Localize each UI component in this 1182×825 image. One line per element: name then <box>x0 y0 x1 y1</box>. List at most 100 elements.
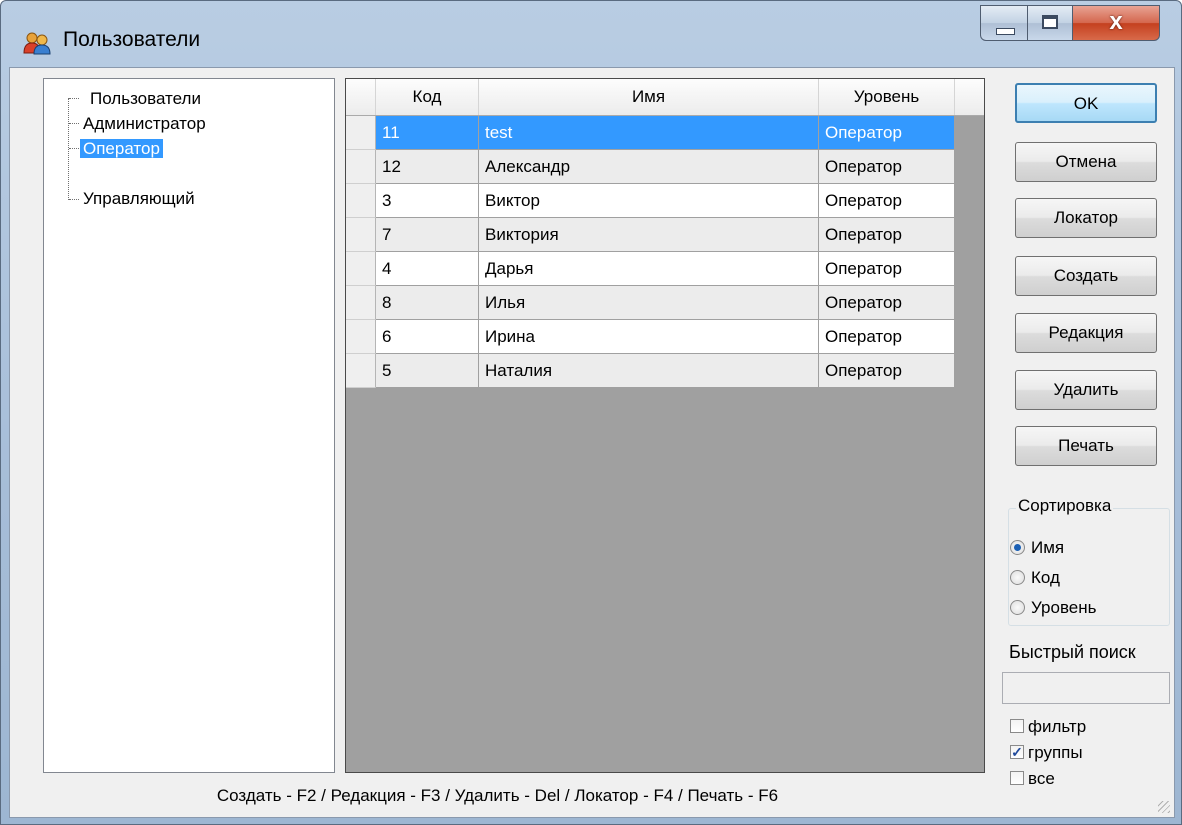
radio-label: Код <box>1031 568 1060 587</box>
hotkeys-hint: Создать - F2 / Редакция - F3 / Удалить -… <box>216 786 779 805</box>
radio-unselected-icon <box>1010 569 1025 585</box>
sort-radio-level[interactable]: Уровень <box>1010 595 1097 621</box>
sort-group-title: Сортировка <box>1016 496 1114 516</box>
row-header[interactable] <box>346 354 376 388</box>
row-header[interactable] <box>346 150 376 184</box>
tree-connector-branch <box>69 98 79 99</box>
window-title: Пользователи <box>63 28 201 51</box>
tree-item-label: Управляющий <box>83 189 195 208</box>
cell-level: Оператор <box>819 150 955 184</box>
radio-label: Имя <box>1031 538 1065 557</box>
table-row[interactable]: 11 test Оператор <box>346 116 984 150</box>
ok-button[interactable]: OK <box>1015 83 1157 123</box>
cell-level: Оператор <box>819 252 955 286</box>
table-row[interactable]: 12 Александр Оператор <box>346 150 984 184</box>
locator-button[interactable]: Локатор <box>1015 198 1157 238</box>
checkbox-label: группы <box>1028 743 1083 762</box>
sort-radio-name[interactable]: Имя <box>1010 535 1064 561</box>
close-icon: x <box>1109 8 1123 35</box>
delete-button[interactable]: Удалить <box>1015 370 1157 410</box>
cell-code: 12 <box>376 150 479 184</box>
row-header[interactable] <box>346 218 376 252</box>
all-checkbox[interactable]: все <box>1010 766 1055 792</box>
edit-button[interactable]: Редакция <box>1015 313 1157 353</box>
cell-level: Оператор <box>819 116 955 150</box>
quick-search-input[interactable] <box>1002 672 1170 704</box>
table-row[interactable]: 7 Виктория Оператор <box>346 218 984 252</box>
dialog-client-area: Пользователи Администратор Оператор Упра… <box>9 67 1175 818</box>
tree-item-label: Администратор <box>83 114 206 133</box>
header-corner <box>346 79 376 115</box>
radio-selected-icon <box>1010 539 1025 555</box>
tree-connector-branch <box>69 199 79 200</box>
tree-connector-branch <box>69 148 79 149</box>
cell-code: 4 <box>376 252 479 286</box>
grid-header: Код Имя Уровень <box>346 79 984 116</box>
users-icon <box>23 32 51 55</box>
resize-grip-icon[interactable] <box>1158 801 1170 813</box>
column-header-code[interactable]: Код <box>376 79 479 115</box>
cell-code: 6 <box>376 320 479 354</box>
cell-name: Александр <box>479 150 819 184</box>
tree-item-manager[interactable]: Управляющий <box>80 186 198 211</box>
row-header[interactable] <box>346 116 376 150</box>
column-header-name[interactable]: Имя <box>479 79 819 115</box>
cell-level: Оператор <box>819 286 955 320</box>
close-button[interactable]: x <box>1072 5 1160 41</box>
print-button[interactable]: Печать <box>1015 426 1157 466</box>
radio-label: Уровень <box>1031 598 1097 617</box>
maximize-icon <box>1042 15 1058 29</box>
minimize-icon <box>996 28 1015 35</box>
tree-item-operator[interactable]: Оператор <box>80 136 163 161</box>
users-dialog-window: Пользователи x Пользователи Администрато… <box>0 0 1182 825</box>
cell-level: Оператор <box>819 354 955 388</box>
users-grid[interactable]: Код Имя Уровень 11 test Оператор 12 Алек… <box>345 78 985 773</box>
row-header[interactable] <box>346 252 376 286</box>
table-row[interactable]: 6 Ирина Оператор <box>346 320 984 354</box>
tree-item-administrator[interactable]: Администратор <box>80 111 209 136</box>
checkbox-label: фильтр <box>1028 717 1087 736</box>
maximize-button[interactable] <box>1027 5 1073 41</box>
row-header[interactable] <box>346 320 376 354</box>
checkbox-checked-icon: ✓ <box>1010 744 1024 761</box>
table-row[interactable]: 4 Дарья Оператор <box>346 252 984 286</box>
cell-name: Илья <box>479 286 819 320</box>
tree-connector-line <box>68 98 69 200</box>
cell-name: Ирина <box>479 320 819 354</box>
tree-item-label: Пользователи <box>90 89 201 108</box>
window-controls: x <box>980 5 1168 43</box>
sort-radio-code[interactable]: Код <box>1010 565 1060 591</box>
cell-name: Дарья <box>479 252 819 286</box>
cell-level: Оператор <box>819 218 955 252</box>
table-row[interactable]: 5 Наталия Оператор <box>346 354 984 388</box>
row-header[interactable] <box>346 184 376 218</box>
table-row[interactable]: 3 Виктор Оператор <box>346 184 984 218</box>
checkbox-label: все <box>1028 769 1055 788</box>
quick-search-label: Быстрый поиск <box>1009 642 1136 662</box>
table-row[interactable]: 8 Илья Оператор <box>346 286 984 320</box>
cell-code: 7 <box>376 218 479 252</box>
cell-code: 11 <box>376 116 479 150</box>
column-header-level[interactable]: Уровень <box>819 79 955 115</box>
cell-code: 5 <box>376 354 479 388</box>
cell-level: Оператор <box>819 320 955 354</box>
cell-name: Виктор <box>479 184 819 218</box>
cell-code: 8 <box>376 286 479 320</box>
cell-name: test <box>479 116 819 150</box>
user-groups-tree[interactable]: Пользователи Администратор Оператор Упра… <box>43 78 335 773</box>
cell-name: Виктория <box>479 218 819 252</box>
cell-name: Наталия <box>479 354 819 388</box>
radio-unselected-icon <box>1010 599 1025 615</box>
minimize-button[interactable] <box>980 5 1028 41</box>
checkbox-unchecked-icon <box>1010 771 1024 786</box>
tree-item-users-root[interactable]: Пользователи <box>87 86 204 111</box>
tree-item-label: Оператор <box>80 139 163 158</box>
cell-code: 3 <box>376 184 479 218</box>
row-header[interactable] <box>346 286 376 320</box>
create-button[interactable]: Создать <box>1015 256 1157 296</box>
cell-level: Оператор <box>819 184 955 218</box>
groups-checkbox[interactable]: ✓ группы <box>1010 740 1083 766</box>
cancel-button[interactable]: Отмена <box>1015 142 1157 182</box>
filter-checkbox[interactable]: фильтр <box>1010 714 1086 740</box>
title-bar[interactable]: Пользователи x <box>1 1 1181 67</box>
